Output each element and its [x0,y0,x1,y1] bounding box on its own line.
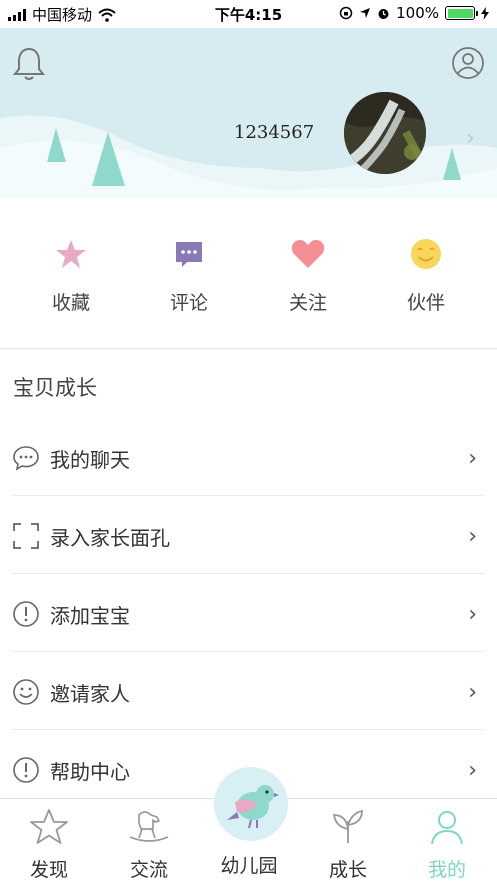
username[interactable]: 1234567 [234,122,314,143]
profile-header: 1234567 › [0,28,497,198]
chevron-right-icon: › [468,602,477,627]
leaf-icon [332,809,363,843]
chevron-right-icon: › [468,680,477,705]
section-divider [0,348,497,349]
avatar[interactable] [344,92,426,174]
chevron-right-icon: › [468,758,477,783]
heart-icon [291,240,325,268]
quick-label: 评论 [169,292,208,314]
star-icon [56,240,86,268]
smile-face-icon [13,679,39,705]
menu-item-my-chat[interactable]: 我的聊天 › [0,418,497,496]
menu-label: 添加宝宝 [50,604,130,628]
comment-icon [176,242,202,267]
chat-bubble-icon [13,446,39,471]
tab-mine[interactable]: 我的 [402,805,492,882]
tab-growth[interactable]: 成长 [303,805,393,882]
tab-community[interactable]: 交流 [104,805,194,882]
alarm-icon [378,8,389,19]
user-circle-icon[interactable] [451,46,485,80]
tab-kindergarten-bubble[interactable] [214,767,288,841]
exclamation-circle-icon [13,757,39,783]
bird-icon [227,785,279,829]
quick-partners[interactable]: 伙伴 [366,234,486,315]
battery-icon [445,6,478,20]
tab-kindergarten[interactable]: 幼儿园 [204,851,294,878]
tab-label: 我的 [427,859,466,881]
menu-label: 邀请家人 [50,682,130,706]
quick-label: 关注 [288,292,327,314]
scan-frame-icon [13,523,39,549]
quick-favorites[interactable]: 收藏 [11,234,131,315]
lock-rotation-icon [339,6,353,20]
star-outline-icon [30,809,68,844]
header-chevron-icon[interactable]: › [466,126,475,151]
rocking-horse-icon [129,811,169,842]
quick-comments[interactable]: 评论 [129,234,249,315]
quick-label: 伙伴 [406,292,445,314]
waterfall-photo [344,92,426,174]
chevron-right-icon: › [468,524,477,549]
menu-label: 帮助中心 [50,760,130,784]
menu-item-invite-family[interactable]: 邀请家人 › [0,652,497,730]
tab-discover[interactable]: 发现 [4,805,94,882]
menu-item-face-capture[interactable]: 录入家长面孔 › [0,496,497,574]
bell-icon[interactable] [12,46,46,82]
tab-bar: 发现 交流 幼儿园 成长 我的 [0,767,497,883]
charging-bolt-icon [481,6,489,20]
snow-hills-illustration [0,115,497,198]
location-arrow-icon [360,8,371,18]
status-bar: 中国移动 下午4:15 100% [0,0,497,28]
smiley-icon [411,239,441,269]
menu-item-add-baby[interactable]: 添加宝宝 › [0,574,497,652]
battery-percent: 100% [396,4,439,22]
menu-label: 录入家长面孔 [50,526,170,550]
status-right: 100% [339,4,489,22]
menu-label: 我的聊天 [50,448,130,472]
tab-label: 交流 [129,859,168,881]
chevron-right-icon: › [468,446,477,471]
quick-follow[interactable]: 关注 [248,234,368,315]
tab-label: 成长 [328,859,367,881]
tab-label: 发现 [29,859,68,881]
person-icon [431,811,463,845]
quick-actions: 收藏 评论 关注 伙伴 [0,198,497,348]
exclamation-circle-icon [13,601,39,627]
section-title: 宝贝成长 [13,376,97,400]
quick-label: 收藏 [51,292,90,314]
